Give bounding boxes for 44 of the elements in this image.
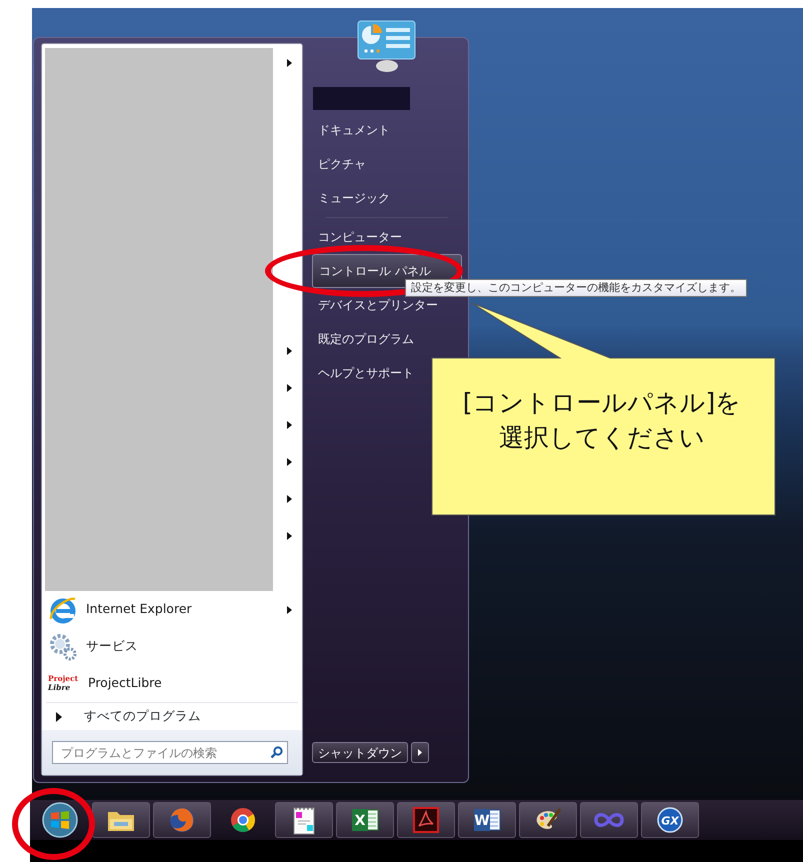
submenu-arrow-icon[interactable] <box>287 494 292 502</box>
all-programs-link[interactable]: すべてのプログラム <box>84 707 201 726</box>
shutdown-button[interactable]: シャットダウン <box>312 742 408 763</box>
submenu-arrow-icon[interactable] <box>287 458 292 466</box>
caret-icon <box>418 749 422 756</box>
callout-text: 選択してください <box>499 422 705 454</box>
tooltip: 設定を変更し、このコンピューターの機能をカスタマイズします。 <box>405 279 747 297</box>
taskbar-button[interactable]: W <box>458 802 516 838</box>
gx-logo-icon: GX <box>656 806 684 834</box>
menu-item[interactable]: ドキュメント <box>312 122 390 138</box>
search-field[interactable]: プログラムとファイルの検索 <box>52 741 288 764</box>
menu-item[interactable]: コンピューター <box>312 229 402 245</box>
taskbar-button[interactable] <box>275 802 333 838</box>
submenu-arrow-icon[interactable] <box>287 384 292 392</box>
pdf-icon <box>413 807 439 833</box>
callout-text: [コントロールパネル]を <box>462 387 742 419</box>
program-item[interactable]: ProjectLibre <box>88 674 279 693</box>
start-button[interactable] <box>40 801 80 839</box>
program-item[interactable]: サービス <box>86 637 279 656</box>
expand-arrow-icon <box>56 712 62 722</box>
shutdown-options-button[interactable] <box>411 742 429 763</box>
gear-icon <box>48 632 78 662</box>
globe-icon <box>168 806 196 834</box>
control-panel-icon <box>357 20 417 72</box>
submenu-arrow-icon[interactable] <box>287 532 292 540</box>
taskbar-button[interactable]: GX <box>641 802 699 838</box>
submenu-arrow-icon[interactable] <box>287 346 292 354</box>
submenu-arrow-icon[interactable] <box>287 58 292 66</box>
taskbar-button[interactable] <box>92 802 150 838</box>
submenu-arrow-icon[interactable] <box>287 606 292 614</box>
search-icon[interactable] <box>270 746 283 759</box>
taskbar-button[interactable] <box>519 802 577 838</box>
menu-item[interactable]: ヘルプとサポート <box>312 365 414 381</box>
program-item[interactable]: Internet Explorer <box>86 600 279 619</box>
submenu-arrow-icon[interactable] <box>287 420 292 428</box>
menu-item[interactable]: デバイスとプリンター <box>312 297 438 313</box>
browser-logo-icon <box>48 594 78 624</box>
menu-item[interactable]: 既定のプログラム <box>312 331 414 347</box>
notepad-icon <box>292 805 316 835</box>
infinity-icon <box>593 810 625 830</box>
circle-logo-icon <box>229 806 257 834</box>
menu-item[interactable]: ピクチャ <box>312 156 366 172</box>
taskbar-button[interactable]: X <box>336 802 394 838</box>
menu-item[interactable]: ミュージック <box>312 190 390 206</box>
